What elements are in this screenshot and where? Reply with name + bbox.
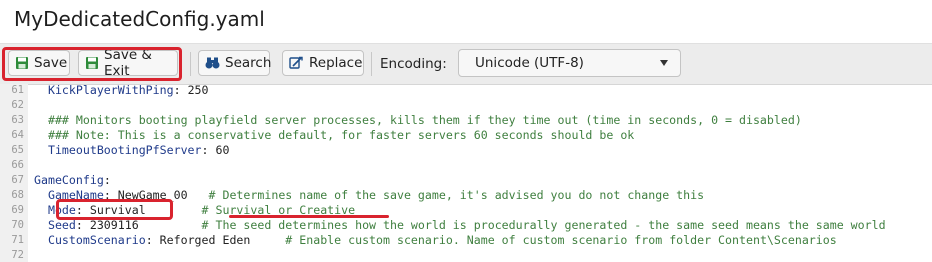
replace-button[interactable]: Replace — [282, 50, 364, 76]
code-editor[interactable]: 61 KickPlayerWithPing: 250 62 63 ### Monit… — [0, 84, 932, 262]
code-text: CustomScenario: Reforged Eden # Enable c… — [34, 233, 837, 248]
code-comment: ### Note: This is a conservative default… — [34, 128, 635, 142]
code-text: Seed: 2309116 # The seed determines how … — [34, 218, 886, 233]
code-line[interactable]: 70 Seed: 2309116 # The seed determines h… — [0, 218, 932, 233]
toolbar-divider — [190, 52, 191, 76]
code-value: : 250 — [173, 84, 209, 97]
code-key: Seed — [34, 218, 76, 232]
line-number: 72 — [11, 249, 24, 261]
code-line[interactable]: 63 ### Monitors booting playfield server… — [0, 113, 932, 128]
line-number: 63 — [11, 114, 24, 126]
code-comment: # The seed determines how the world is p… — [201, 218, 886, 232]
encoding-label: Encoding: — [380, 56, 447, 72]
chevron-down-icon — [660, 60, 668, 66]
toolbar-divider — [371, 52, 372, 76]
code-text: KickPlayerWithPing: 250 — [34, 84, 209, 98]
code-comment: # Determines name of the save game, it's… — [208, 188, 705, 202]
replace-icon — [289, 56, 303, 69]
binoculars-icon — [205, 57, 220, 69]
line-number: 62 — [11, 99, 24, 111]
search-label: Search — [225, 55, 272, 71]
code-value: : 2309116 — [75, 218, 202, 232]
code-value: : Reforged Eden — [145, 233, 286, 247]
code-comment: # Enable custom scenario. Name of custom… — [285, 233, 837, 247]
line-number: 67 — [11, 174, 24, 186]
code-text: TimeoutBootingPfServer: 60 — [34, 143, 230, 158]
code-line[interactable]: 61 KickPlayerWithPing: 250 — [0, 84, 932, 98]
code-text: ### Monitors booting playfield server pr… — [34, 113, 802, 128]
code-key: KickPlayerWithPing — [34, 84, 174, 97]
code-text: ### Note: This is a conservative default… — [34, 128, 634, 143]
replace-label: Replace — [309, 55, 363, 71]
line-number: 71 — [11, 234, 24, 246]
line-number: 68 — [11, 189, 24, 201]
line-number: 66 — [11, 159, 24, 171]
code-text: GameConfig: — [34, 173, 111, 188]
line-number: 61 — [11, 84, 24, 96]
line-number: 64 — [11, 129, 24, 141]
highlight-box-mode — [56, 199, 173, 220]
toolbar: Save Save & Exit Search Replace Encoding… — [0, 43, 932, 85]
search-button[interactable]: Search — [198, 50, 272, 76]
window-title: MyDedicatedConfig.yaml — [14, 7, 265, 31]
code-line[interactable]: 67 GameConfig: — [0, 173, 932, 188]
code-key: TimeoutBootingPfServer — [34, 143, 202, 157]
line-number: 69 — [11, 204, 24, 216]
code-line[interactable]: 66 — [0, 158, 932, 173]
encoding-value: Unicode (UTF-8) — [475, 55, 584, 71]
encoding-select[interactable]: Unicode (UTF-8) — [458, 49, 681, 77]
code-line[interactable]: 72 — [0, 248, 932, 262]
code-value: : 60 — [201, 143, 230, 157]
code-key: GameConfig — [34, 173, 104, 187]
code-line[interactable]: 65 TimeoutBootingPfServer: 60 — [0, 143, 932, 158]
code-value: : — [103, 173, 111, 187]
line-number: 65 — [11, 144, 24, 156]
highlight-box-save-buttons — [2, 47, 182, 81]
code-line[interactable]: 62 — [0, 98, 932, 113]
line-number: 70 — [11, 219, 24, 231]
code-line[interactable]: 64 ### Note: This is a conservative defa… — [0, 128, 932, 143]
highlight-underline-comment — [229, 215, 389, 218]
code-line[interactable]: 71 CustomScenario: Reforged Eden # Enabl… — [0, 233, 932, 248]
code-key: CustomScenario — [34, 233, 146, 247]
code-comment: ### Monitors booting playfield server pr… — [34, 113, 802, 127]
